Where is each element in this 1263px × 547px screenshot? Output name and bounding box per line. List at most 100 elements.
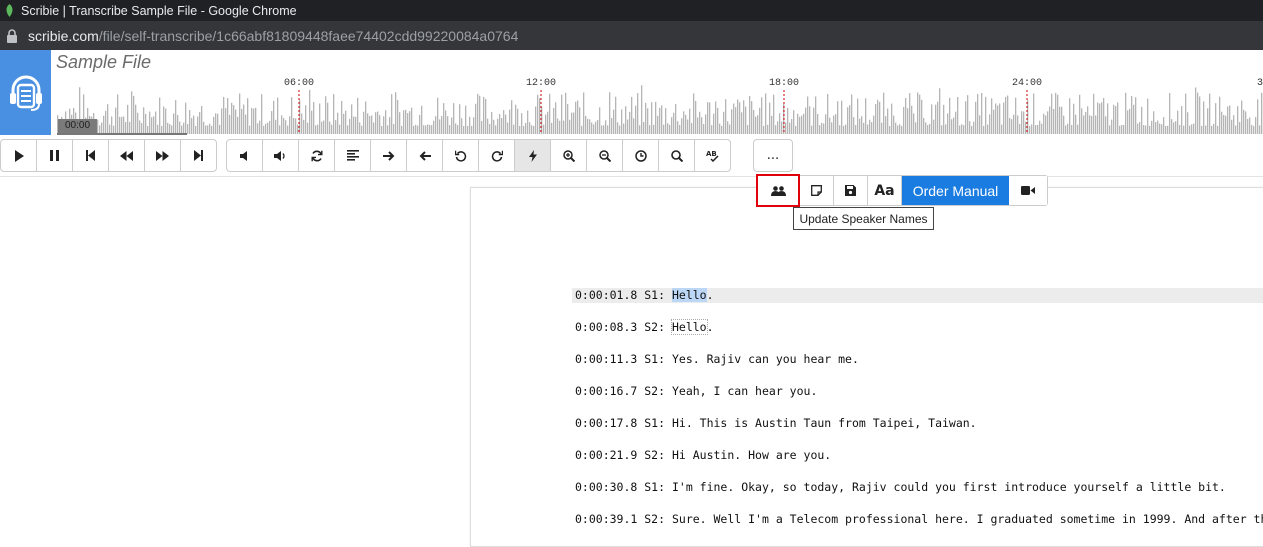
more-toolbar: ... xyxy=(753,139,793,172)
zoom-out-button[interactable] xyxy=(586,139,623,172)
speaker-names-tooltip: Update Speaker Names xyxy=(793,207,934,230)
line-text[interactable]: Yes. Rajiv can you hear me. xyxy=(672,352,859,366)
video-button[interactable] xyxy=(1009,176,1047,205)
save-button[interactable] xyxy=(834,176,868,205)
search-button[interactable] xyxy=(658,139,695,172)
timeline-tick-label: 12:00 xyxy=(526,78,556,89)
fast-forward-button[interactable] xyxy=(144,139,181,172)
auto-scroll-button[interactable] xyxy=(514,139,551,172)
line-timestamp: 0:00:39.1 xyxy=(575,512,638,526)
playback-progress-line xyxy=(57,133,187,135)
align-left-button[interactable] xyxy=(334,139,371,172)
line-timestamp: 0:00:17.8 xyxy=(575,416,638,430)
volume-up-button[interactable] xyxy=(262,139,299,172)
loop-button[interactable] xyxy=(298,139,335,172)
window-titlebar: Scribie | Transcribe Sample File - Googl… xyxy=(0,0,1263,21)
rewind-button[interactable] xyxy=(108,139,145,172)
transcript-line[interactable]: 0:00:30.8 S1: I'm fine. Okay, so today, … xyxy=(572,480,1263,495)
volume-down-icon xyxy=(239,150,247,161)
transcript-line[interactable]: 0:00:11.3 S1: Yes. Rajiv can you hear me… xyxy=(572,352,1263,367)
url-host: scribie.com xyxy=(28,27,99,44)
line-timestamp: 0:00:16.7 xyxy=(575,384,638,398)
zoom-in-button[interactable] xyxy=(550,139,587,172)
pause-icon xyxy=(50,150,59,161)
line-word[interactable]: Hello xyxy=(670,319,708,335)
font-size-icon: Aa xyxy=(874,182,895,199)
skip-to-start-button[interactable] xyxy=(72,139,109,172)
line-text[interactable]: Yeah, I can hear you. xyxy=(672,384,817,398)
transcript-line[interactable]: 0:00:01.8 S1: Hello. xyxy=(572,288,1263,303)
more-button[interactable]: ... xyxy=(753,139,793,172)
zoom-out-icon xyxy=(598,149,611,162)
svg-text:AB: AB xyxy=(706,150,717,158)
step-forward-icon xyxy=(194,150,203,161)
notes-button[interactable] xyxy=(800,176,834,205)
order-manual-button[interactable]: Order Manual xyxy=(902,176,1009,205)
lock-icon xyxy=(7,28,17,43)
next-segment-button[interactable] xyxy=(370,139,407,172)
line-speaker: S1: xyxy=(644,352,666,366)
bolt-icon xyxy=(528,149,537,162)
address-bar[interactable]: scribie.com/file/self-transcribe/1c66abf… xyxy=(0,21,1263,50)
timeline-tick-label: 30 xyxy=(1257,78,1263,89)
play-button[interactable] xyxy=(0,139,37,172)
search-icon xyxy=(670,149,683,162)
transcript-line[interactable]: 0:00:16.7 S2: Yeah, I can hear you. xyxy=(572,384,1263,399)
line-punctuation: . xyxy=(706,288,714,302)
zoom-in-icon xyxy=(562,149,575,162)
redo-button[interactable] xyxy=(478,139,515,172)
clock-icon xyxy=(634,149,647,162)
toolbar-divider xyxy=(0,176,1263,177)
edit-toolbar: AB xyxy=(226,139,731,172)
line-punctuation: . xyxy=(706,320,714,334)
line-speaker: S2: xyxy=(644,512,666,526)
pause-button[interactable] xyxy=(36,139,73,172)
line-word[interactable]: Hello xyxy=(671,288,707,302)
line-text[interactable]: Sure. Well I'm a Telecom professional he… xyxy=(672,512,1263,526)
line-speaker: S1: xyxy=(644,416,666,430)
play-icon xyxy=(14,149,24,162)
line-text[interactable]: Hi Austin. How are you. xyxy=(672,448,831,462)
line-speaker: S1: xyxy=(644,288,666,302)
spellcheck-button[interactable]: AB xyxy=(694,139,731,172)
line-text[interactable]: Hi. This is Austin Taun from Taipei, Tai… xyxy=(672,416,977,430)
current-time-badge: 00:00 xyxy=(58,119,97,133)
video-camera-icon xyxy=(1021,186,1035,195)
line-speaker: S2: xyxy=(644,448,666,462)
editor-action-bar: Aa Order Manual xyxy=(756,174,1048,207)
line-timestamp: 0:00:11.3 xyxy=(575,352,638,366)
timeline-tick-label: 06:00 xyxy=(284,78,314,89)
transport-toolbar xyxy=(0,139,217,172)
transcript-line[interactable]: 0:00:39.1 S2: Sure. Well I'm a Telecom p… xyxy=(572,512,1263,527)
line-timestamp: 0:00:08.3 xyxy=(575,320,638,334)
previous-segment-button[interactable] xyxy=(406,139,443,172)
update-speaker-names-button[interactable] xyxy=(756,174,800,207)
volume-down-button[interactable] xyxy=(226,139,263,172)
undo-button[interactable] xyxy=(442,139,479,172)
skip-to-end-button[interactable] xyxy=(180,139,217,172)
url-path: /file/self-transcribe/1c66abf81809448fae… xyxy=(98,27,519,44)
arrow-left-icon xyxy=(419,150,431,161)
align-left-icon xyxy=(346,150,359,161)
line-timestamp: 0:00:01.8 xyxy=(575,288,638,302)
line-text[interactable]: I'm fine. Okay, so today, Rajiv could yo… xyxy=(672,480,1226,494)
undo-icon xyxy=(454,150,466,162)
font-settings-button[interactable]: Aa xyxy=(868,176,902,205)
volume-up-icon xyxy=(274,150,285,161)
timestamp-button[interactable] xyxy=(622,139,659,172)
backward-icon xyxy=(120,150,133,161)
users-icon xyxy=(770,185,786,196)
save-icon xyxy=(845,185,856,196)
scribie-logo xyxy=(0,50,51,135)
sticky-note-icon xyxy=(811,185,822,196)
timeline-tick-label: 24:00 xyxy=(1012,78,1042,89)
transcript-line[interactable]: 0:00:21.9 S2: Hi Austin. How are you. xyxy=(572,448,1263,463)
line-speaker: S2: xyxy=(644,384,666,398)
timeline-tick: 30 xyxy=(1257,78,1263,89)
transcript-line[interactable]: 0:00:08.3 S2: Hello. xyxy=(572,319,1263,335)
transcript-line[interactable]: 0:00:17.8 S1: Hi. This is Austin Taun fr… xyxy=(572,416,1263,431)
refresh-icon xyxy=(311,150,322,161)
forward-icon xyxy=(156,150,169,161)
audio-waveform[interactable]: 06:00 12:00 18:00 24:00 30 xyxy=(57,76,1263,134)
line-timestamp: 0:00:21.9 xyxy=(575,448,638,462)
